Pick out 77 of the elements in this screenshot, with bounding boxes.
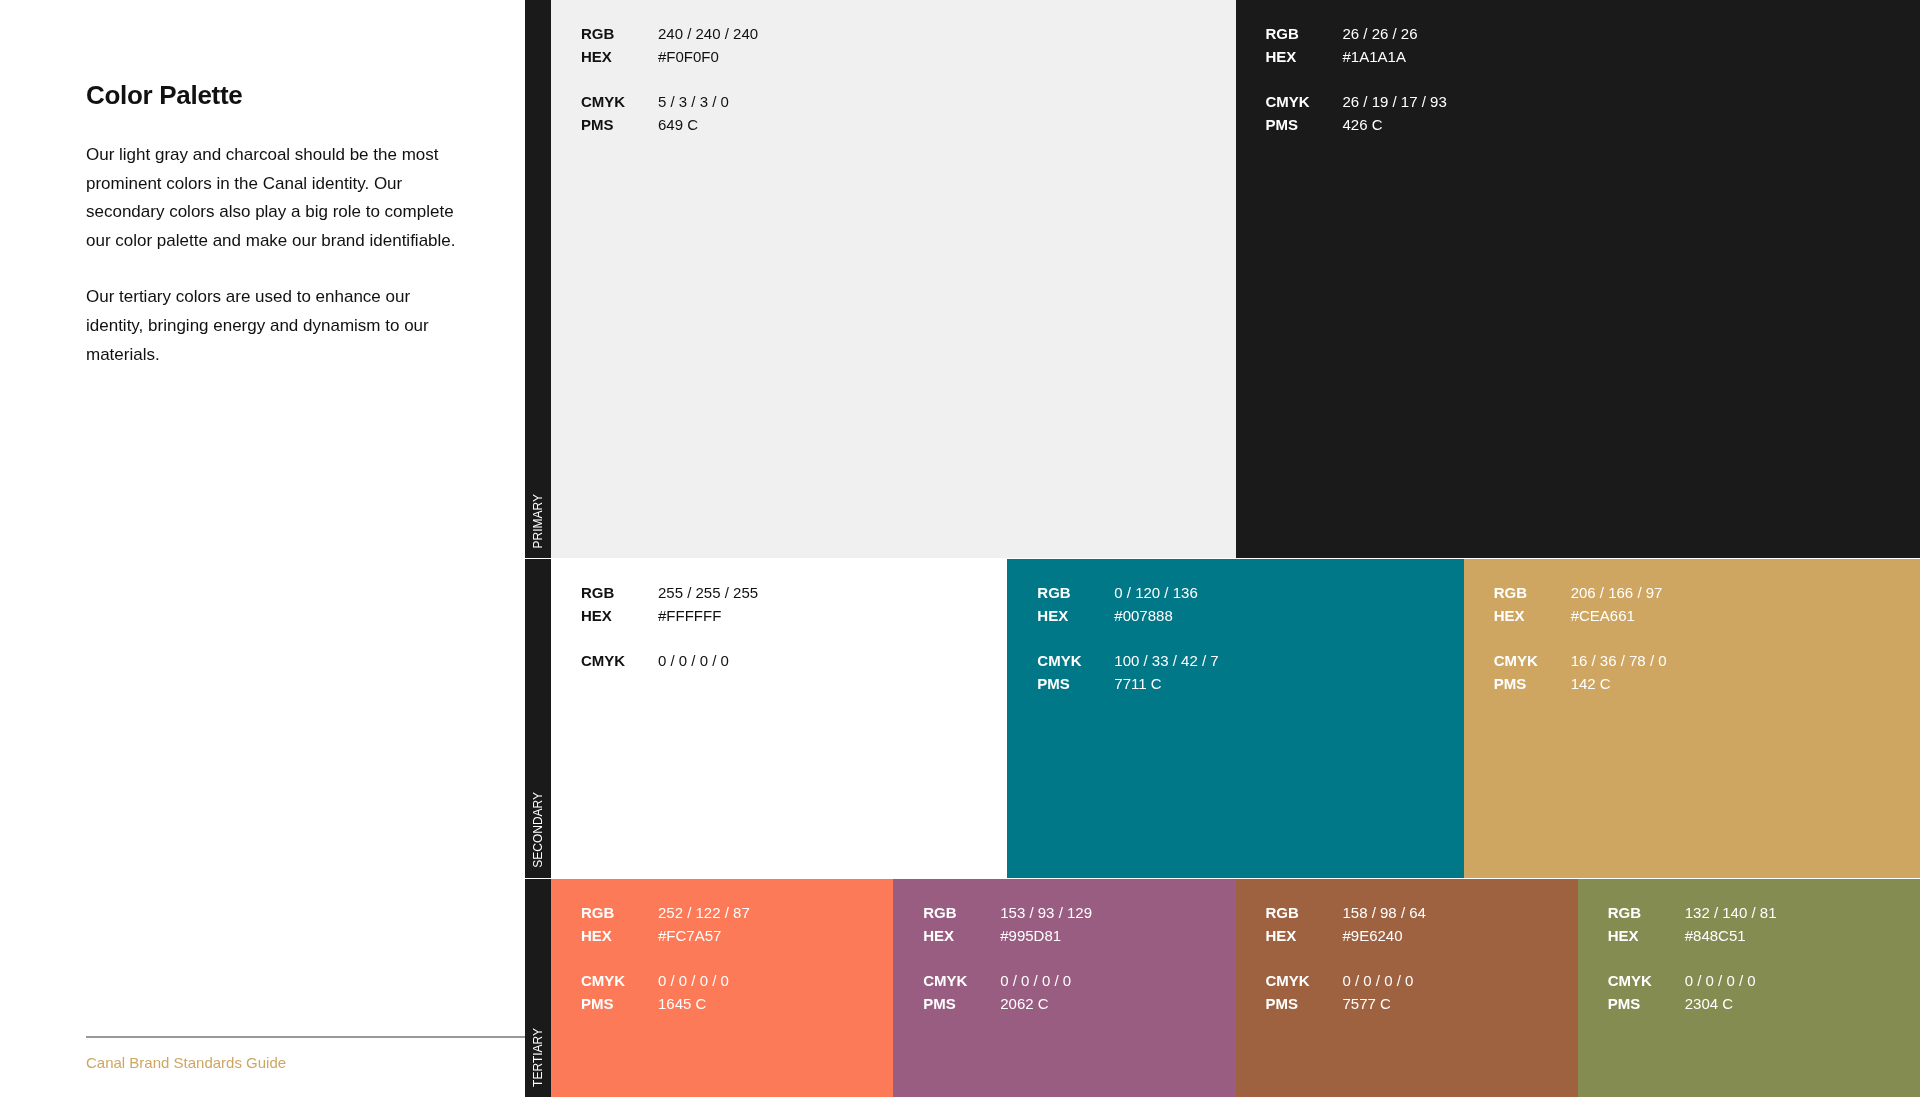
spec-label: HEX xyxy=(1037,606,1070,626)
spec-label: HEX xyxy=(581,606,613,626)
spec-label: CMYK xyxy=(581,651,627,671)
spec-label: PMS xyxy=(581,994,615,1014)
spec-label: HEX xyxy=(1607,926,1640,946)
spec-label: HEX xyxy=(1493,606,1526,626)
spec-value: 132 / 140 / 81 xyxy=(1684,903,1777,923)
spec-value: 100 / 33 / 42 / 7 xyxy=(1114,651,1219,671)
spec-value: 0 / 120 / 136 xyxy=(1114,583,1198,603)
spec-value: 26 / 26 / 26 xyxy=(1342,24,1418,44)
spec-label: CMYK xyxy=(923,971,969,991)
spec-value: #9E6240 xyxy=(1342,926,1403,946)
page-title: Color Palette xyxy=(86,80,244,111)
spec-label: PMS xyxy=(1265,994,1299,1014)
spec-label: RGB xyxy=(1265,24,1300,44)
spec-value: 240 / 240 / 240 xyxy=(658,24,759,44)
spec-label: RGB xyxy=(1493,583,1528,603)
spec-value: 0 / 0 / 0 / 0 xyxy=(1000,971,1072,991)
spec-value: 1645 C xyxy=(658,994,707,1014)
spec-value: 7577 C xyxy=(1342,994,1391,1014)
spec-value: #FFFFFF xyxy=(658,606,722,626)
spec-value: #007888 xyxy=(1114,606,1173,626)
spec-value: #995D81 xyxy=(1000,926,1062,946)
spec-label: HEX xyxy=(1265,926,1298,946)
spec-label: HEX xyxy=(581,926,613,946)
spec-value: 0 / 0 / 0 / 0 xyxy=(1684,971,1756,991)
spec-label: CMYK xyxy=(1607,971,1653,991)
spec-value: 426 C xyxy=(1342,115,1383,135)
spec-value: 142 C xyxy=(1570,674,1611,694)
spec-label: CMYK xyxy=(1493,651,1539,671)
spec-value: 26 / 19 / 17 / 93 xyxy=(1342,92,1447,112)
spec-label: PMS xyxy=(1037,674,1071,694)
spec-label: PMS xyxy=(1493,674,1528,694)
spec-value: 2062 C xyxy=(1000,994,1049,1014)
spec-label: RGB xyxy=(923,903,958,923)
spec-label: CMYK xyxy=(1265,971,1311,991)
spec-label: PMS xyxy=(581,115,615,135)
group-label: PRIMARY xyxy=(531,493,545,548)
spec-value: 158 / 98 / 64 xyxy=(1342,903,1426,923)
spec-value: 0 / 0 / 0 / 0 xyxy=(658,971,729,991)
group-label: TERTIARY xyxy=(531,1028,545,1087)
spec-value: 0 / 0 / 0 / 0 xyxy=(658,651,729,671)
spec-value: 5 / 3 / 3 / 0 xyxy=(658,92,729,112)
description-paragraph: Our light gray and charcoal should be the most prominent colors in the Canal identity. Our secondary colors also play a big role to complete our color palette and make our brand identifiable. xyxy=(86,144,457,252)
spec-value: #F0F0F0 xyxy=(658,47,719,67)
spec-value: 0 / 0 / 0 / 0 xyxy=(1342,971,1414,991)
spec-label: RGB xyxy=(581,903,616,923)
spec-label: CMYK xyxy=(581,92,627,112)
spec-value: 252 / 122 / 87 xyxy=(658,903,750,923)
spec-value: 16 / 36 / 78 / 0 xyxy=(1570,651,1667,671)
spec-value: #FC7A57 xyxy=(658,926,722,946)
spec-value: #1A1A1A xyxy=(1342,47,1406,67)
spec-label: RGB xyxy=(1037,583,1072,603)
spec-label: CMYK xyxy=(581,971,627,991)
spec-value: 7711 C xyxy=(1114,674,1162,694)
spec-value: 649 C xyxy=(658,115,699,135)
spec-label: PMS xyxy=(1265,115,1299,135)
spec-label: PMS xyxy=(1607,994,1642,1014)
spec-value: #CEA661 xyxy=(1570,606,1635,626)
spec-label: HEX xyxy=(1265,47,1298,67)
spec-label: RGB xyxy=(581,583,616,603)
spec-label: RGB xyxy=(581,24,616,44)
spec-label: CMYK xyxy=(1037,651,1083,671)
footer-text: Canal Brand Standards Guide xyxy=(86,1054,288,1071)
spec-label: CMYK xyxy=(1265,92,1311,112)
spec-value: 206 / 166 / 97 xyxy=(1570,583,1663,603)
spec-label: RGB xyxy=(1607,903,1643,923)
spec-value: 255 / 255 / 255 xyxy=(658,583,759,603)
description-paragraph: Our tertiary colors are used to enhance our identity, bringing energy and dynamism to our materials. xyxy=(86,286,430,366)
spec-value: 153 / 93 / 129 xyxy=(1000,903,1092,923)
spec-label: PMS xyxy=(923,994,957,1014)
spec-label: HEX xyxy=(581,47,613,67)
spec-value: #848C51 xyxy=(1684,926,1746,946)
spec-label: HEX xyxy=(923,926,956,946)
spec-label: RGB xyxy=(1265,903,1300,923)
spec-value: 2304 C xyxy=(1684,994,1734,1014)
group-label: SECONDARY xyxy=(531,792,545,868)
